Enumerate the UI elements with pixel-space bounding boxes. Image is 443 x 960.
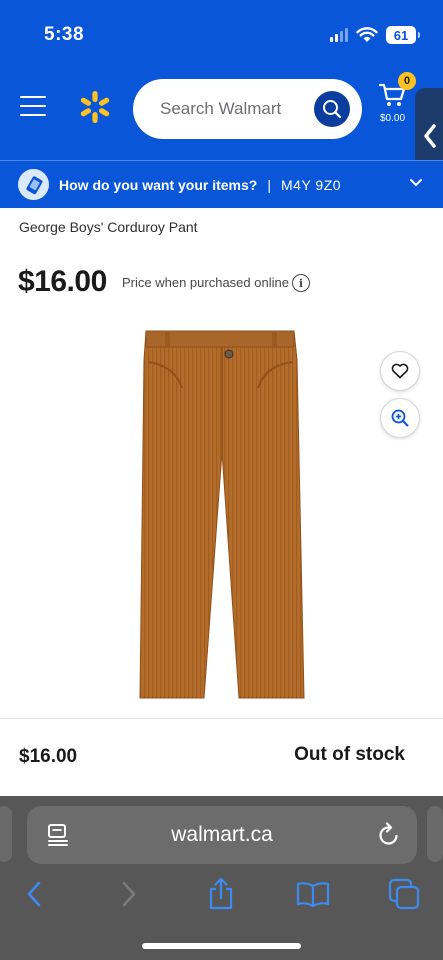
chevron-down-icon [410, 179, 422, 187]
delivery-separator: | [267, 176, 271, 193]
share-icon [209, 877, 233, 910]
forward-button[interactable] [109, 874, 149, 914]
status-indicators: 61 [330, 24, 420, 46]
search-icon [323, 100, 342, 119]
search-input[interactable]: Search Walmart [133, 79, 362, 139]
product-image [139, 330, 305, 699]
zoom-button[interactable] [380, 398, 420, 438]
favorite-button[interactable] [380, 351, 420, 391]
walmart-spark-logo[interactable] [78, 90, 112, 124]
tabs-icon [388, 878, 420, 910]
url-text: walmart.ca [171, 823, 273, 846]
previous-tab-preview[interactable] [0, 806, 12, 862]
address-bar[interactable]: walmart.ca [27, 806, 417, 864]
zoom-in-icon [391, 409, 409, 427]
bookmarks-icon [296, 882, 330, 907]
cellular-signal-icon [330, 28, 348, 42]
search-placeholder: Search Walmart [160, 99, 282, 118]
next-tab-preview[interactable] [427, 806, 443, 862]
stock-status: Out of stock [294, 744, 405, 765]
chevron-left-icon [424, 124, 436, 148]
cart-total: $0.00 [380, 113, 406, 124]
reload-icon[interactable] [377, 822, 401, 848]
delivery-options-bar[interactable]: How do you want your items? | M4Y 9Z0 [0, 160, 443, 208]
product-title: George Boys' Corduroy Pant [19, 219, 198, 235]
postal-code: M4Y 9Z0 [281, 176, 342, 193]
delivery-question: How do you want your items? [59, 176, 258, 193]
home-indicator [142, 943, 301, 949]
search-button[interactable] [314, 91, 350, 127]
sticky-price: $16.00 [19, 746, 78, 767]
share-button[interactable] [201, 874, 241, 914]
status-time: 5:38 [44, 24, 85, 45]
cart-count-badge: 0 [398, 72, 416, 90]
battery-icon: 61 [386, 26, 420, 44]
back-button[interactable] [14, 874, 54, 914]
walmart-header: 5:38 61 Search Walmart 0 $0.00 [0, 0, 443, 160]
delivery-phone-icon [18, 169, 49, 200]
wifi-icon [356, 27, 378, 42]
heart-icon [391, 363, 409, 379]
menu-icon[interactable] [20, 96, 46, 116]
info-icon[interactable]: i [292, 274, 310, 292]
bookmarks-button[interactable] [293, 874, 333, 914]
back-icon [27, 881, 41, 907]
product-image-gallery[interactable] [0, 316, 443, 706]
price-note: Price when purchased online [122, 275, 289, 290]
forward-icon [122, 881, 136, 907]
product-price: $16.00 [18, 265, 107, 298]
divider [0, 718, 443, 719]
tabs-button[interactable] [384, 874, 424, 914]
